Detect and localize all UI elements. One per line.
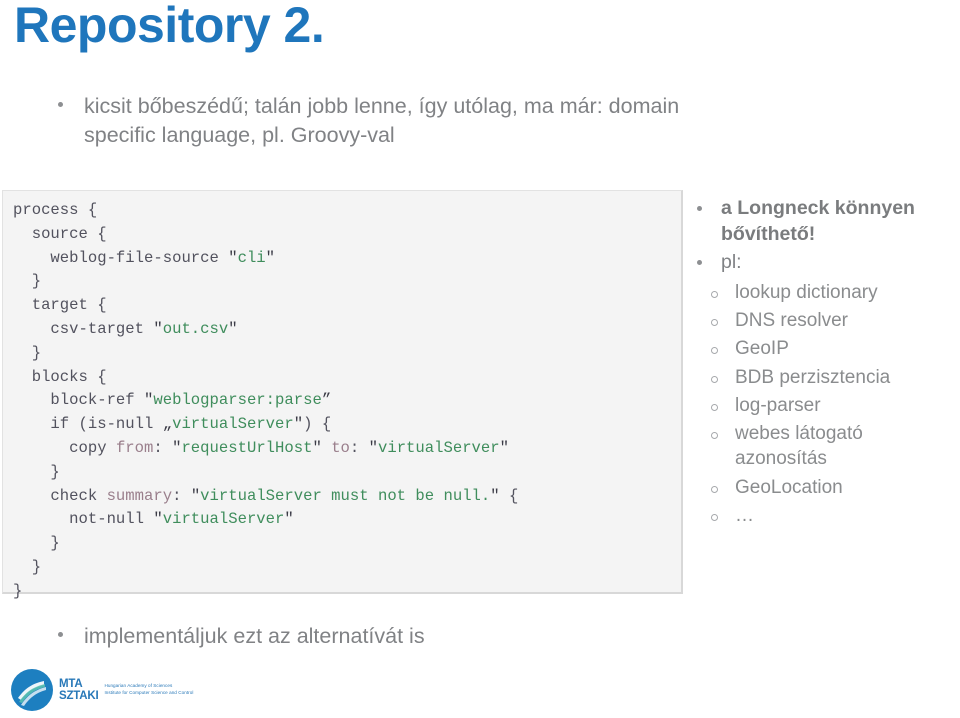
logo-tagline-line1: Hungarian Academy of Sciences xyxy=(104,683,173,689)
page-title: Repository 2. xyxy=(14,0,325,53)
right-sub-item-label: lookup dictionary xyxy=(735,281,878,303)
hollow-circle-bullet-icon xyxy=(697,336,735,355)
code-line: copy from: "requestUrlHost" to: "virtual… xyxy=(13,438,509,457)
right-sub-item: BDB perzisztencia xyxy=(697,365,955,390)
code-line: check summary: "virtualServer must not b… xyxy=(13,486,519,505)
top-bullet-item: kicsit bőbeszédű; talán jobb lenne, így … xyxy=(58,92,698,150)
code-line: } xyxy=(13,581,23,600)
code-block-panel: process { source { weblog-file-source "c… xyxy=(2,190,683,600)
code-line: blocks { xyxy=(13,367,107,386)
hollow-circle-bullet-icon xyxy=(697,475,735,493)
right-sub-item-label: log-parser xyxy=(735,394,821,416)
hollow-circle-bullet-icon xyxy=(697,393,735,411)
logo-tagline-line2: Institute for Computer Science and Contr… xyxy=(104,690,194,695)
bullet-dot-icon xyxy=(697,196,721,211)
mta-sztaki-logo: MTA SZTAKI Hungarian Academy of Sciences… xyxy=(10,668,193,712)
right-bullet-item: pl: xyxy=(697,250,955,276)
logo-tagline-block: Hungarian Academy of Sciences Institute … xyxy=(98,683,193,696)
bottom-bullet-item: implementáljuk ezt az alternatívát is xyxy=(58,622,425,651)
code-line: } xyxy=(13,534,60,553)
bullet-dot-icon xyxy=(58,622,84,637)
hollow-circle-bullet-icon xyxy=(697,280,735,298)
logo-wordmark: MTA SZTAKI Hungarian Academy of Sciences… xyxy=(59,678,193,702)
code-line: process { xyxy=(13,201,98,219)
right-sub-item-label: webes látogató azonosítás xyxy=(735,423,863,470)
right-column: a Longneck könnyen bővíthető! pl: lookup … xyxy=(697,196,955,531)
logo-acronym-block: MTA SZTAKI xyxy=(59,677,99,702)
logo-acronym-sztaki: SZTAKI xyxy=(59,690,99,702)
right-sub-item: log-parser xyxy=(697,393,955,418)
sztaki-circle-icon xyxy=(11,669,53,711)
code-line: } xyxy=(13,272,42,291)
code-listing: process { source { weblog-file-source "c… xyxy=(13,199,675,604)
right-sub-item-label: GeoLocation xyxy=(735,476,843,498)
right-sub-item: … xyxy=(697,503,955,528)
right-column-bullets: a Longneck könnyen bővíthető! pl: xyxy=(697,196,955,276)
code-line: } xyxy=(13,462,60,481)
right-sub-item: GeoIP xyxy=(697,336,955,361)
right-bullet-item: a Longneck könnyen bővíthető! xyxy=(697,196,955,248)
code-line: weblog-file-source "cli" xyxy=(13,248,276,267)
right-column-sublist: lookup dictionary DNS resolver GeoIP BDB pe… xyxy=(697,280,955,528)
right-sub-item-label: DNS resolver xyxy=(735,310,848,332)
bullet-dot-icon xyxy=(58,92,84,107)
logo-acronym-mta: MTA xyxy=(59,677,83,690)
right-sub-item-label: BDB perzisztencia xyxy=(735,366,891,388)
code-line: if (is-null „virtualServer") { xyxy=(13,415,332,434)
bullet-dot-icon xyxy=(697,250,721,265)
right-sub-item: GeoLocation xyxy=(697,475,955,500)
right-bullet-label: a Longneck könnyen bővíthető! xyxy=(721,197,915,245)
top-bullet-label: kicsit bőbeszédű; talán jobb lenne, így … xyxy=(84,94,680,148)
right-sub-item: webes látogató azonosítás xyxy=(697,421,955,472)
right-sub-item: DNS resolver xyxy=(697,308,955,333)
hollow-circle-bullet-icon xyxy=(697,308,735,327)
code-line: } xyxy=(13,343,42,362)
code-line: not-null "virtualServer" xyxy=(13,510,294,529)
hollow-circle-bullet-icon xyxy=(697,365,735,383)
right-sub-item-label: … xyxy=(735,504,754,526)
code-line: block-ref "weblogparser:parse” xyxy=(13,391,332,410)
right-sub-item-label: GeoIP xyxy=(735,338,789,360)
right-sub-item: lookup dictionary xyxy=(697,280,955,305)
bottom-bullet-label: implementáljuk ezt az alternatívát is xyxy=(84,624,425,648)
code-line: source { xyxy=(13,224,107,243)
code-line: } xyxy=(13,557,42,576)
code-line: csv-target "out.csv" xyxy=(13,319,238,338)
hollow-circle-bullet-icon xyxy=(697,503,735,521)
right-bullet-label: pl: xyxy=(721,250,742,273)
code-line: target { xyxy=(13,296,107,315)
hollow-circle-bullet-icon xyxy=(697,421,735,440)
